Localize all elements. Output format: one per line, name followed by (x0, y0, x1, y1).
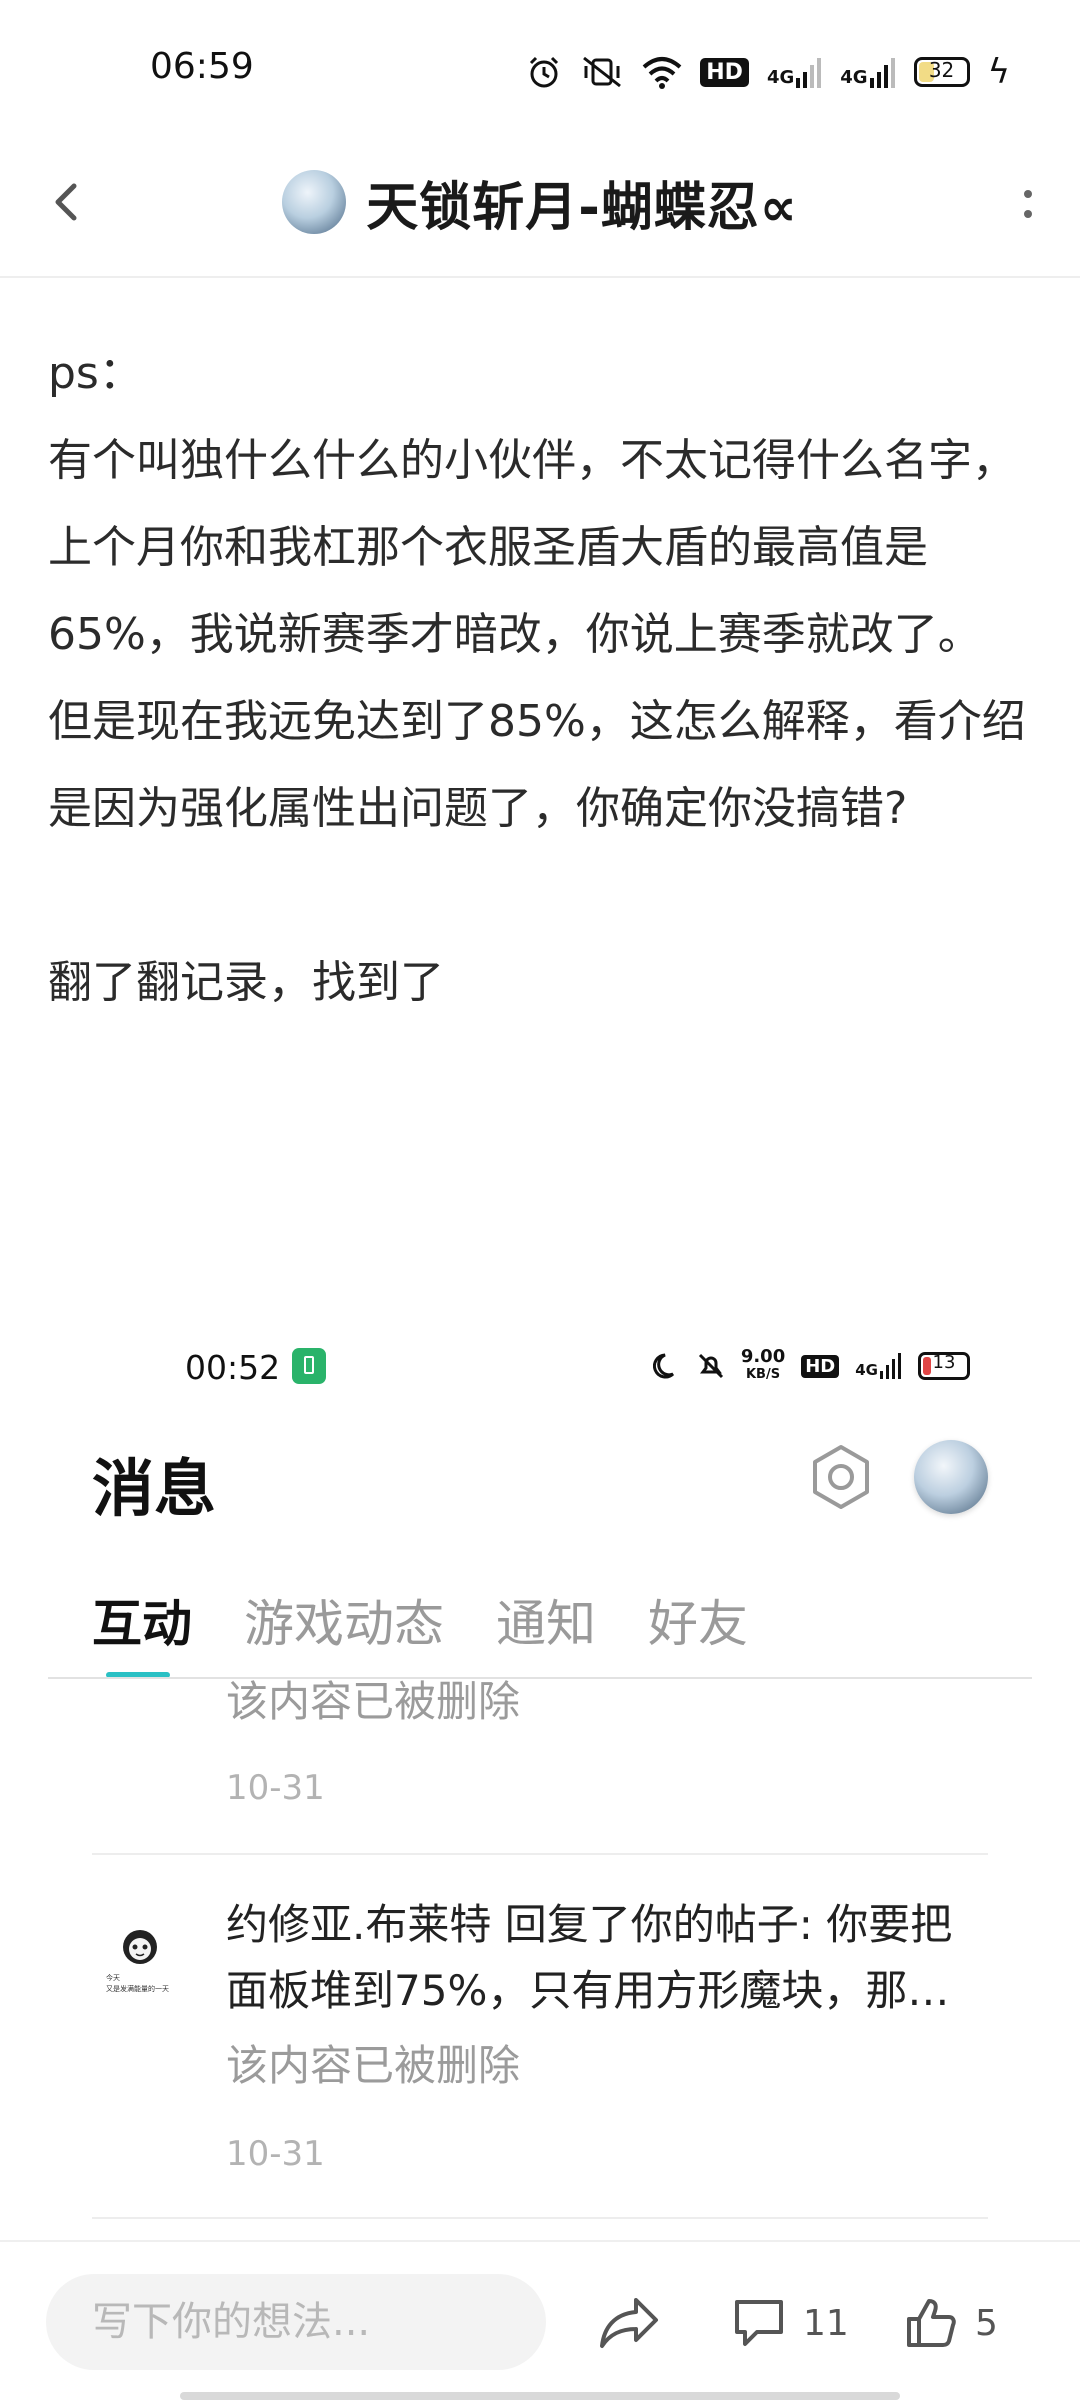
comment-count: 11 (803, 2302, 849, 2344)
post-paragraph: ps： (48, 348, 143, 399)
charging-icon: ϟ (987, 52, 1010, 92)
embedded-signal: 4G (855, 1353, 902, 1379)
post-paragraph: 但是现在我远免达到了85%，这怎么解释，看介绍是因为强化属性出问题了，你确定你没… (48, 696, 1026, 834)
alarm-icon (530, 56, 559, 88)
post-paragraph: 上个月你和我杠那个衣服圣盾大盾的最高值是65%，我说新赛季才暗改，你说上赛季就改… (48, 522, 982, 660)
message-date: 10-31 (226, 1768, 325, 1808)
comment-input[interactable] (46, 2274, 546, 2370)
network-type-label: 4G (766, 67, 795, 88)
comment-button[interactable]: 11 (733, 2288, 849, 2358)
mute-bell-icon (698, 1353, 723, 1379)
thumbs-up-icon (907, 2299, 956, 2347)
messages-title: 消息 (92, 1452, 217, 1525)
speed-value: 9.00 (740, 1346, 786, 1367)
message-divider (92, 2217, 988, 2219)
status-time: 06:59 (150, 46, 254, 87)
reply-line-2: 面板堆到75%，只有用方形魔块，那… (226, 1966, 950, 2015)
post-header: 天锁斩月-蝴蝶忍∝ (0, 140, 1080, 278)
more-vertical-icon (1024, 190, 1032, 218)
meme-caption-1: 今天 (106, 1973, 120, 1982)
post-body: ps： 有个叫独什么什么的小伙伴，不太记得什么名字， 上个月你和我杠那个衣服圣盾… (48, 330, 1028, 1026)
signal-icon (796, 58, 822, 88)
battery-indicator: 32 (913, 57, 970, 87)
status-bar: 06:59 HD 4G 4G 32 ϟ (0, 0, 1080, 140)
comment-icon (735, 2300, 783, 2346)
deleted-content-notice: 该内容已被删除 (226, 2041, 521, 2090)
tabs-divider (48, 1677, 1032, 1679)
like-count: 5 (975, 2302, 998, 2344)
battery-saver-icon (292, 1348, 326, 1384)
meme-caption-2: 又是发满能量的一天 (106, 1984, 169, 1993)
embedded-signal-icon (880, 1353, 901, 1379)
network-speed: 9.00 KB/S (741, 1348, 785, 1384)
share-icon[interactable] (596, 2292, 662, 2352)
post-paragraph: 有个叫独什么什么的小伙伴，不太记得什么名字， (48, 435, 1016, 486)
user-avatar[interactable] (914, 1440, 988, 1514)
tab-game-news[interactable]: 游戏动态 (244, 1584, 444, 1656)
message-date: 10-31 (226, 2134, 325, 2174)
signal-icon-2 (869, 58, 895, 88)
bottom-action-bar: 11 5 (0, 2240, 1080, 2402)
author-info[interactable]: 天锁斩月-蝴蝶忍∝ (0, 160, 1080, 244)
vibrate-mute-icon (583, 56, 622, 88)
author-name[interactable]: 天锁斩月-蝴蝶忍∝ (366, 165, 798, 240)
tab-friends[interactable]: 好友 (648, 1584, 748, 1656)
more-button[interactable] (1006, 170, 1050, 240)
reply-line-1: 约修亚.布莱特 回复了你的帖子: 你要把 (226, 1900, 953, 1949)
embedded-status-icons: 9.00 KB/S HD 4G 13 (652, 1346, 970, 1386)
message-tabs: 互动 游戏动态 通知 好友 (92, 1584, 748, 1656)
settings-icon[interactable] (806, 1442, 876, 1512)
deleted-content-notice: 该内容已被删除 (226, 1677, 521, 1726)
embedded-battery-indicator: 13 (918, 1352, 970, 1380)
status-icons: HD 4G 4G 32 ϟ (526, 50, 1010, 94)
home-indicator[interactable] (180, 2392, 900, 2400)
like-button[interactable]: 5 (905, 2288, 998, 2358)
embedded-network-type: 4G (855, 1361, 878, 1379)
moon-icon (652, 1353, 674, 1379)
embedded-status-time: 00:52 (185, 1348, 281, 1387)
wifi-icon (642, 57, 682, 89)
author-avatar[interactable] (282, 170, 347, 234)
embedded-screenshot[interactable]: 00:52 9.00 KB/S HD 4G 13 消息 互动 游戏动态 通知 好友… (0, 1320, 1080, 2240)
embedded-battery-level: 13 (932, 1352, 956, 1373)
tab-interaction[interactable]: 互动 (92, 1584, 192, 1656)
tab-notifications[interactable]: 通知 (496, 1584, 596, 1656)
reply-message-text[interactable]: 约修亚.布莱特 回复了你的帖子: 你要把 面板堆到75%，只有用方形魔块，那… (226, 1892, 986, 2024)
battery-level: 32 (928, 58, 955, 82)
panda-meme-avatar[interactable]: 今天 又是发满能量的一天 (100, 1920, 180, 2000)
embedded-hd-badge: HD (801, 1354, 840, 1378)
post-paragraph: 翻了翻记录，找到了 (48, 957, 444, 1008)
signal-2: 4G (840, 56, 895, 88)
network-type-label-2: 4G (840, 67, 868, 88)
message-divider (92, 1853, 988, 1855)
signal-1: 4G (767, 56, 822, 88)
hd-voice-badge: HD (700, 57, 749, 87)
speed-unit: KB/S (745, 1367, 781, 1382)
